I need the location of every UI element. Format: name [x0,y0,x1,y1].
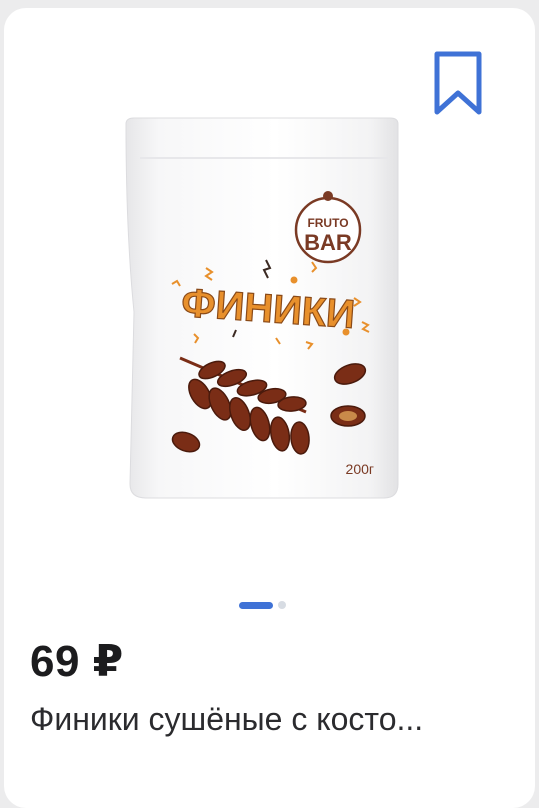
product-price: 69 ₽ [30,637,124,686]
bookmark-button[interactable] [431,50,485,118]
gallery-pagination[interactable] [4,600,535,610]
product-image[interactable]: FRUTO BAR ФИНИКИ 200г [116,112,406,512]
product-title[interactable]: Финики сушёные с косто... [30,701,520,738]
package-weight: 200г [346,461,374,477]
bookmark-icon [434,51,482,115]
product-card[interactable]: FRUTO BAR ФИНИКИ 200г 69 ₽ Финики сушёны… [4,8,535,808]
brand-line2: BAR [304,230,352,255]
gallery-dot[interactable] [278,601,286,609]
brand-line1: FRUTO [307,216,348,230]
gallery-dot-active[interactable] [239,601,273,609]
product-package-image: FRUTO BAR ФИНИКИ 200г [125,117,399,499]
